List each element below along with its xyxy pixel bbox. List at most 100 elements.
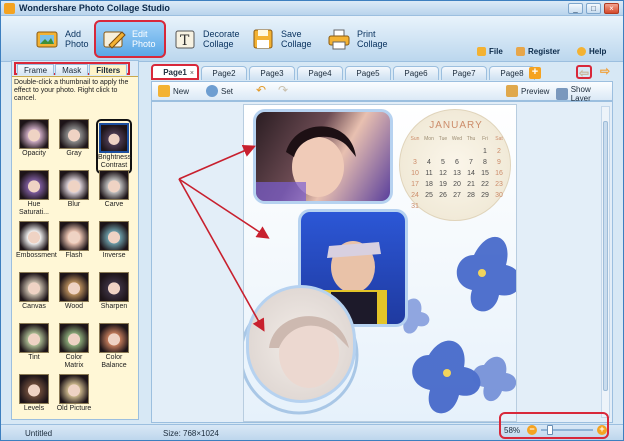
tab-filters[interactable]: Filters bbox=[89, 64, 128, 75]
filter-hue[interactable]: Hue Saturati... bbox=[16, 170, 52, 217]
tab-page7[interactable]: Page7 bbox=[441, 66, 487, 80]
save-collage-button[interactable]: Save Collage bbox=[245, 20, 317, 58]
calendar-week: 3 4 5 6 7 8 9 bbox=[408, 159, 506, 166]
calendar-day: 17 bbox=[411, 181, 419, 188]
filter-carve[interactable]: Carve bbox=[96, 170, 132, 209]
print-collage-button[interactable]: Print Collage bbox=[321, 20, 393, 58]
decorate-collage-icon: T bbox=[172, 27, 198, 51]
help-icon bbox=[577, 47, 586, 56]
calendar-day: 16 bbox=[495, 170, 503, 177]
calendar-day bbox=[478, 203, 492, 210]
title-bar: Wondershare Photo Collage Studio _ □ × bbox=[1, 1, 623, 16]
set-button[interactable]: Set bbox=[206, 85, 233, 97]
filter-brightness[interactable]: Brightness Contrast bbox=[96, 119, 132, 174]
filter-color[interactable]: Color Balance bbox=[96, 323, 132, 370]
filter-label: Flash bbox=[65, 252, 83, 259]
filter-thumbnail bbox=[99, 170, 129, 200]
layers-icon bbox=[556, 88, 568, 100]
filters-hint: Double-click a thumbnail to apply the ef… bbox=[14, 79, 129, 102]
next-page-arrow-icon[interactable]: ⇨ bbox=[597, 65, 613, 79]
new-icon bbox=[158, 85, 170, 97]
app-logo-icon bbox=[4, 3, 15, 14]
edit-photo-button[interactable]: Edit Photo bbox=[94, 20, 166, 58]
prev-page-arrow-icon[interactable]: ⇦ bbox=[576, 65, 592, 79]
tab-page6[interactable]: Page6 bbox=[393, 66, 439, 80]
filter-thumbnail bbox=[59, 119, 89, 149]
new-button[interactable]: New bbox=[158, 85, 189, 97]
add-photo-button[interactable]: Add Photo bbox=[29, 20, 94, 58]
edit-photo-icon bbox=[101, 27, 127, 51]
tab-page1[interactable]: Page1 × bbox=[151, 64, 199, 80]
calendar-day: 12 bbox=[439, 170, 447, 177]
filter-label: Gray bbox=[66, 150, 82, 157]
filter-blur[interactable]: Blur bbox=[56, 170, 92, 209]
collage-page[interactable]: JANUARY Sun Mon Tue Wed Thu Fri Sat 1234… bbox=[243, 104, 517, 422]
register-menu[interactable]: Register bbox=[516, 47, 560, 56]
undo-icon[interactable]: ↶ bbox=[256, 83, 266, 97]
decorate-collage-button[interactable]: T Decorate Collage bbox=[167, 20, 245, 58]
file-menu[interactable]: File bbox=[477, 47, 503, 56]
calendar-decoration[interactable]: JANUARY Sun Mon Tue Wed Thu Fri Sat 1234… bbox=[399, 109, 511, 221]
calendar-day: 28 bbox=[467, 192, 475, 199]
calendar-day: 26 bbox=[439, 192, 447, 199]
filter-thumbnail bbox=[19, 119, 49, 149]
tab-page2[interactable]: Page2 bbox=[201, 66, 247, 80]
filter-gray[interactable]: Gray bbox=[56, 119, 92, 158]
close-button[interactable]: × bbox=[604, 3, 619, 14]
filter-canvas[interactable]: Canvas bbox=[16, 272, 52, 311]
calendar-day: 27 bbox=[453, 192, 461, 199]
preview-button[interactable]: Preview bbox=[506, 85, 549, 97]
filter-flash[interactable]: Flash bbox=[56, 221, 92, 260]
canvas-area: JANUARY Sun Mon Tue Wed Thu Fri Sat 1234… bbox=[151, 101, 613, 423]
filter-thumbnail bbox=[19, 323, 49, 353]
zoom-slider-knob[interactable] bbox=[547, 425, 553, 435]
collage-photo-3[interactable] bbox=[246, 285, 356, 403]
filter-label: Embossment bbox=[16, 252, 57, 259]
filter-thumbnail bbox=[59, 323, 89, 353]
filter-color-matrix[interactable]: Color Matrix bbox=[56, 323, 92, 370]
filter-sharpen[interactable]: Sharpen bbox=[96, 272, 132, 311]
filter-thumbnail bbox=[59, 221, 89, 251]
filter-label: Levels bbox=[23, 405, 45, 412]
filter-thumbnail bbox=[99, 221, 129, 251]
zoom-out-icon[interactable]: − bbox=[527, 425, 537, 435]
filter-opacity[interactable]: Opacity bbox=[16, 119, 52, 158]
portrait-1-image bbox=[256, 126, 356, 201]
add-page-button[interactable]: + bbox=[529, 67, 541, 79]
collage-photo-1[interactable] bbox=[253, 109, 393, 204]
tab-frame[interactable]: Frame bbox=[17, 64, 55, 75]
calendar-day: 9 bbox=[497, 159, 501, 166]
filter-old-picture[interactable]: Old Picture bbox=[56, 374, 92, 413]
minimize-button[interactable]: _ bbox=[568, 3, 583, 14]
calendar-day bbox=[464, 203, 478, 210]
calendar-day: 4 bbox=[427, 159, 431, 166]
calendar-day: 21 bbox=[467, 181, 475, 188]
calendar-day: 8 bbox=[483, 159, 487, 166]
filter-label: Tint bbox=[28, 354, 40, 361]
tab-page5[interactable]: Page5 bbox=[345, 66, 391, 80]
tab-page3[interactable]: Page3 bbox=[249, 66, 295, 80]
filters-list: Double-click a thumbnail to apply the ef… bbox=[12, 76, 138, 419]
tab-page4[interactable]: Page4 bbox=[297, 66, 343, 80]
filter-tint[interactable]: Tint bbox=[16, 323, 52, 362]
calendar-day bbox=[450, 203, 464, 210]
vertical-scrollbar[interactable] bbox=[601, 106, 610, 418]
close-page-icon[interactable]: × bbox=[190, 67, 194, 80]
filter-embossment[interactable]: Embossment bbox=[16, 221, 57, 260]
tab-mask[interactable]: Mask bbox=[55, 64, 89, 75]
calendar-day: 30 bbox=[495, 192, 503, 199]
scrollbar-thumb[interactable] bbox=[603, 121, 608, 391]
redo-icon[interactable]: ↷ bbox=[278, 83, 288, 97]
calendar-day bbox=[436, 203, 450, 210]
add-photo-icon bbox=[34, 27, 60, 51]
filter-wood[interactable]: Wood bbox=[56, 272, 92, 311]
maximize-button[interactable]: □ bbox=[586, 3, 601, 14]
filter-thumbnail bbox=[19, 170, 49, 200]
calendar-week: 31 bbox=[408, 203, 506, 210]
filter-levels[interactable]: Levels bbox=[16, 374, 52, 413]
filter-thumbnail bbox=[59, 374, 89, 404]
zoom-in-icon[interactable]: + bbox=[597, 425, 607, 435]
effects-panel: Frame Mask Filters Double-click a thumbn… bbox=[11, 60, 139, 420]
help-menu[interactable]: Help bbox=[577, 47, 606, 56]
filter-inverse[interactable]: Inverse bbox=[96, 221, 132, 260]
